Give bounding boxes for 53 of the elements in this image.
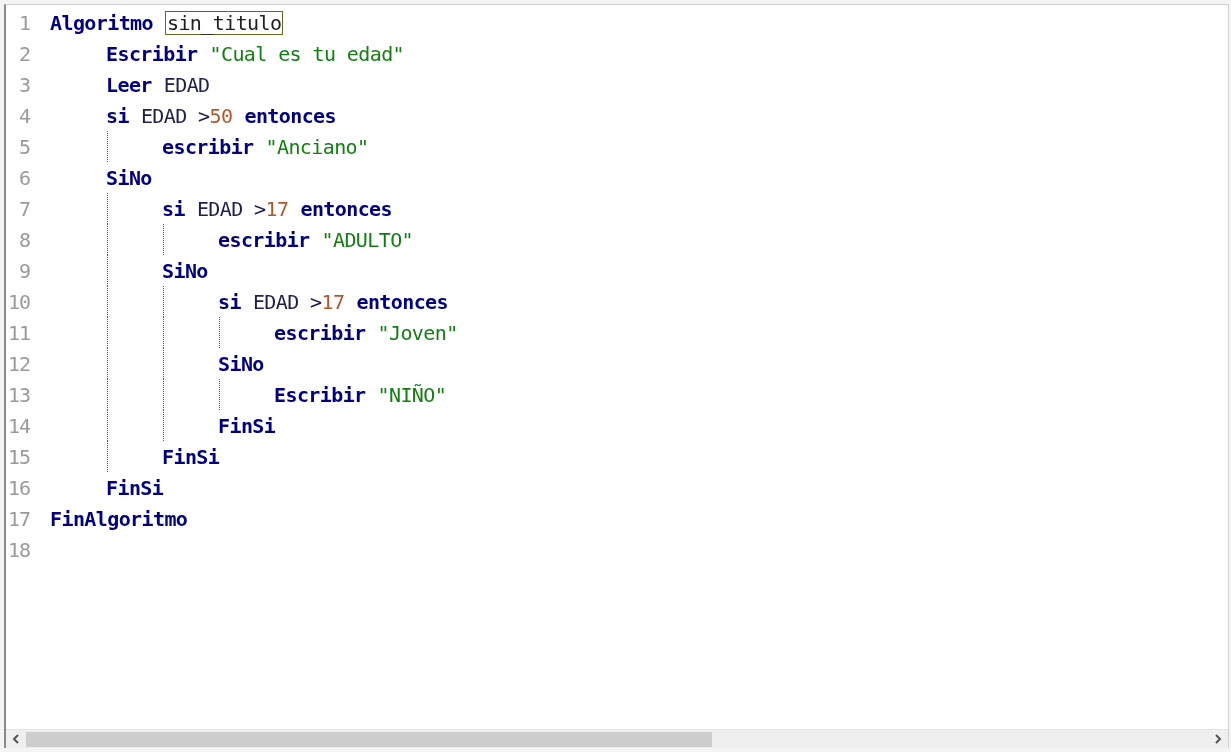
code-text: EDAD >: [196, 196, 266, 221]
line-number: 13: [6, 382, 30, 407]
line-number: 5: [17, 134, 30, 159]
code-keyword: entonces: [244, 103, 336, 128]
line-number: 8: [17, 227, 30, 252]
code-string: "Joven": [377, 320, 458, 345]
code-keyword: escribir: [274, 320, 366, 345]
code-keyword: escribir: [162, 134, 254, 159]
code-text: EDAD: [163, 72, 210, 97]
code-keyword: SiNo: [106, 165, 152, 190]
code-keyword: si: [218, 289, 241, 314]
code-keyword: entonces: [300, 196, 392, 221]
code-keyword: FinSi: [106, 475, 164, 500]
code-keyword: si: [162, 196, 185, 221]
code-keyword: escribir: [218, 227, 310, 252]
line-number: 18: [6, 537, 30, 562]
code-keyword: Leer: [106, 72, 152, 97]
code-string: "ADULTO": [321, 227, 414, 252]
line-number: 10: [6, 289, 30, 314]
code-number: 50: [209, 103, 233, 128]
code-text: EDAD >: [140, 103, 210, 128]
line-number: 14: [6, 413, 30, 438]
line-number: 16: [6, 475, 30, 500]
code-keyword: Escribir: [274, 382, 366, 407]
algorithm-name: sin_titulo: [165, 10, 284, 35]
line-number: 15: [6, 444, 30, 469]
code-string: "Cual es tu edad": [209, 41, 405, 66]
code-keyword: FinAlgoritmo: [50, 506, 188, 531]
code-keyword: Escribir: [106, 41, 198, 66]
line-number: 9: [17, 258, 30, 283]
line-number: 6: [17, 165, 30, 190]
horizontal-scrollbar[interactable]: [6, 729, 1228, 748]
line-number: 2: [17, 41, 30, 66]
line-number: 7: [17, 196, 30, 221]
code-keyword: FinSi: [218, 413, 276, 438]
scrollbar-thumb[interactable]: [26, 731, 712, 747]
code-keyword: FinSi: [162, 444, 220, 469]
code-text: EDAD >: [252, 289, 322, 314]
code-keyword: Algoritmo: [50, 10, 153, 35]
line-number: 12: [6, 351, 30, 376]
line-number: 3: [17, 72, 30, 97]
line-number: 11: [6, 320, 30, 345]
line-number: 17: [6, 506, 30, 531]
code-string: "Anciano": [265, 134, 369, 159]
code-keyword: SiNo: [218, 351, 264, 376]
code-keyword: entonces: [356, 289, 448, 314]
code-number: 17: [321, 289, 345, 314]
code-keyword: SiNo: [162, 258, 208, 283]
code-string: "NIÑO": [377, 382, 447, 407]
line-number: 4: [17, 103, 30, 128]
code-number: 17: [265, 196, 289, 221]
line-number: 1: [17, 10, 30, 35]
code-keyword: si: [106, 103, 129, 128]
